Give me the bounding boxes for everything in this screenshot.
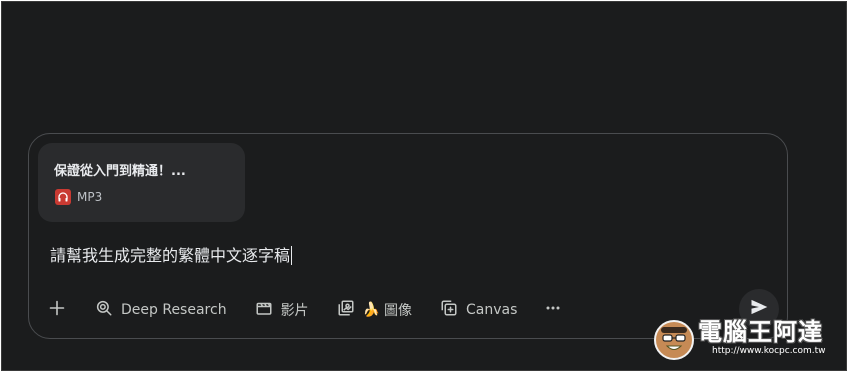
video-label: 影片	[280, 303, 309, 319]
plus-icon	[49, 300, 65, 320]
watermark-title: 電腦王阿達	[698, 318, 823, 346]
canvas-icon	[440, 299, 458, 321]
mascot-logo	[654, 320, 694, 360]
attached-file-meta: MP3	[55, 189, 102, 205]
prompt-text: 請幫我生成完整的繁體中文逐字稿	[50, 246, 291, 265]
deep-research-label: Deep Research	[121, 302, 227, 318]
prompt-input[interactable]: 請幫我生成完整的繁體中文逐字稿	[50, 242, 293, 266]
watermark-url: http://www.kocpc.com.tw	[712, 346, 826, 356]
site-watermark: 電腦王阿達 http://www.kocpc.com.tw	[654, 318, 826, 360]
image-gallery-icon	[337, 299, 355, 321]
image-label: 圖像	[384, 303, 412, 319]
banana-emoji: 🍌	[362, 302, 380, 318]
attached-file-card[interactable]: 保證從入門到精通！... MP3	[38, 143, 245, 222]
prompt-composer: 保證從入門到精通！... MP3 請幫我生成完整的繁體中文逐字稿 Deep Re…	[28, 133, 788, 339]
app-window: 保證從入門到精通！... MP3 請幫我生成完整的繁體中文逐字稿 Deep Re…	[1, 1, 847, 371]
video-button[interactable]: 影片	[247, 294, 317, 326]
composer-toolbar: Deep Research 影片 🍌 圖像 Canvas	[43, 294, 569, 326]
add-button[interactable]	[43, 294, 73, 326]
deep-research-icon	[95, 299, 113, 321]
attached-file-title: 保證從入門到精通！...	[54, 164, 186, 179]
more-button[interactable]	[537, 294, 569, 326]
attached-file-type: MP3	[77, 190, 103, 204]
watermark-text: 電腦王阿達 http://www.kocpc.com.tw	[698, 318, 826, 357]
canvas-label: Canvas	[466, 302, 518, 318]
canvas-button[interactable]: Canvas	[432, 294, 525, 326]
clapperboard-icon	[255, 299, 273, 321]
deep-research-button[interactable]: Deep Research	[87, 294, 235, 326]
headphones-icon	[55, 189, 71, 205]
image-button[interactable]: 🍌 圖像	[329, 294, 420, 326]
more-horizontal-icon	[545, 300, 561, 320]
text-caret	[291, 246, 293, 265]
